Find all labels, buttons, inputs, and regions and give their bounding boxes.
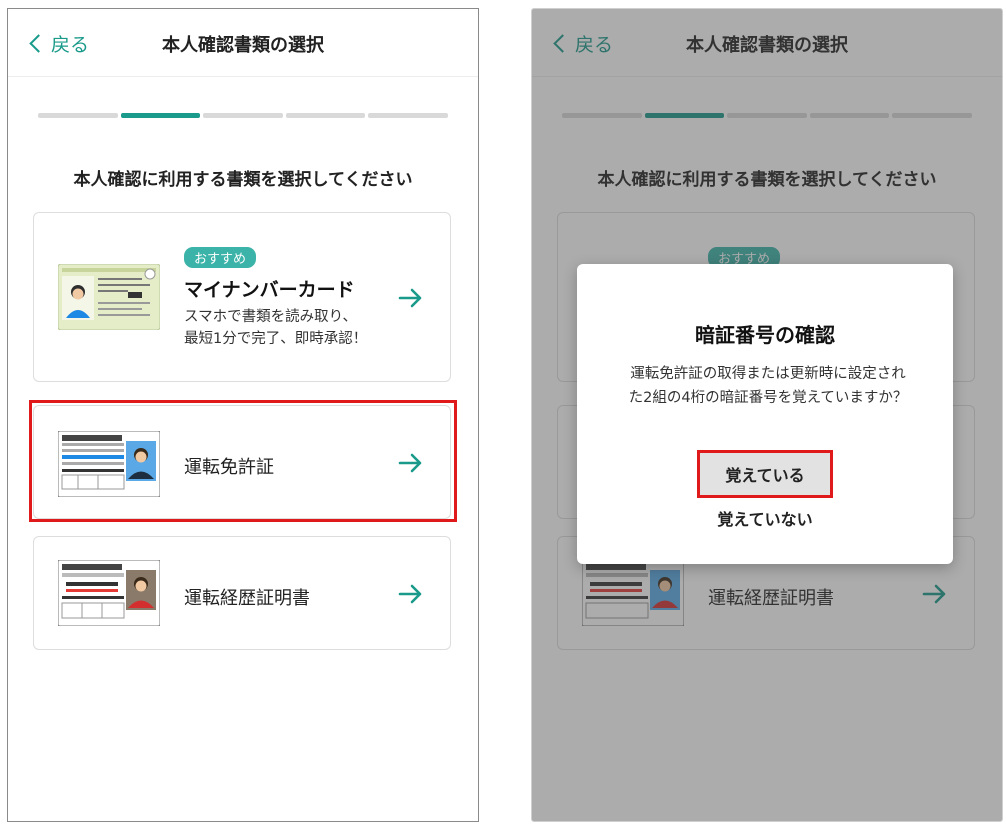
document-card-mynumber[interactable]: おすすめ マイナンバーカード スマホで書類を読み取り、 最短1分で完了、即時承認… <box>33 212 451 382</box>
page-title: 本人確認書類の選択 <box>162 35 324 56</box>
card-description-line: 最短1分で完了、即時承認！ <box>184 331 368 347</box>
arrow-right-icon <box>398 288 422 308</box>
instruction-text: 本人確認に利用する書類を選択してください <box>73 170 413 190</box>
dialog-body-line: 運転免許証の取得または更新時に設定され <box>630 366 906 382</box>
arrow-right-icon <box>398 584 422 604</box>
card-description: スマホで書類を読み取り、 最短1分で完了、即時承認！ <box>184 306 367 350</box>
document-selection-screen: 戻る 本人確認書類の選択 本人確認に利用する書類を選択してください おすすめ マ… <box>7 8 479 822</box>
document-card-driving-history[interactable]: 運転経歴証明書 <box>33 536 451 650</box>
card-title: マイナンバーカード <box>184 279 355 301</box>
mynumber-card-image <box>58 264 160 330</box>
progress-step <box>368 113 448 118</box>
app-header: 戻る 本人確認書類の選択 <box>8 9 478 77</box>
progress-step <box>203 113 283 118</box>
dialog-body-line: た2組の4桁の暗証番号を覚えていますか？ <box>628 390 908 406</box>
forgot-pin-button[interactable]: 覚えていない <box>577 506 953 530</box>
selection-highlight <box>29 400 457 522</box>
recommended-badge: おすすめ <box>184 247 257 268</box>
card-description-line: スマホで書類を読み取り、 <box>184 309 357 325</box>
remember-pin-button[interactable]: 覚えている <box>697 450 833 498</box>
dialog-body: 運転免許証の取得または更新時に設定され た2組の4桁の暗証番号を覚えていますか？ <box>605 362 931 410</box>
pin-confirmation-screen: 戻る 本人確認書類の選択 本人確認に利用する書類を選択してください おすすめ 運… <box>531 8 1003 822</box>
progress-step-current <box>120 113 201 118</box>
progress-step <box>38 113 118 118</box>
step-progress-bar <box>38 113 448 118</box>
progress-step <box>285 113 366 118</box>
driving-history-certificate-image <box>58 560 160 626</box>
card-title: 運転経歴証明書 <box>184 588 310 609</box>
dialog-title: 暗証番号の確認 <box>695 323 835 347</box>
pin-confirmation-dialog: 暗証番号の確認 運転免許証の取得または更新時に設定され た2組の4桁の暗証番号を… <box>577 264 953 564</box>
